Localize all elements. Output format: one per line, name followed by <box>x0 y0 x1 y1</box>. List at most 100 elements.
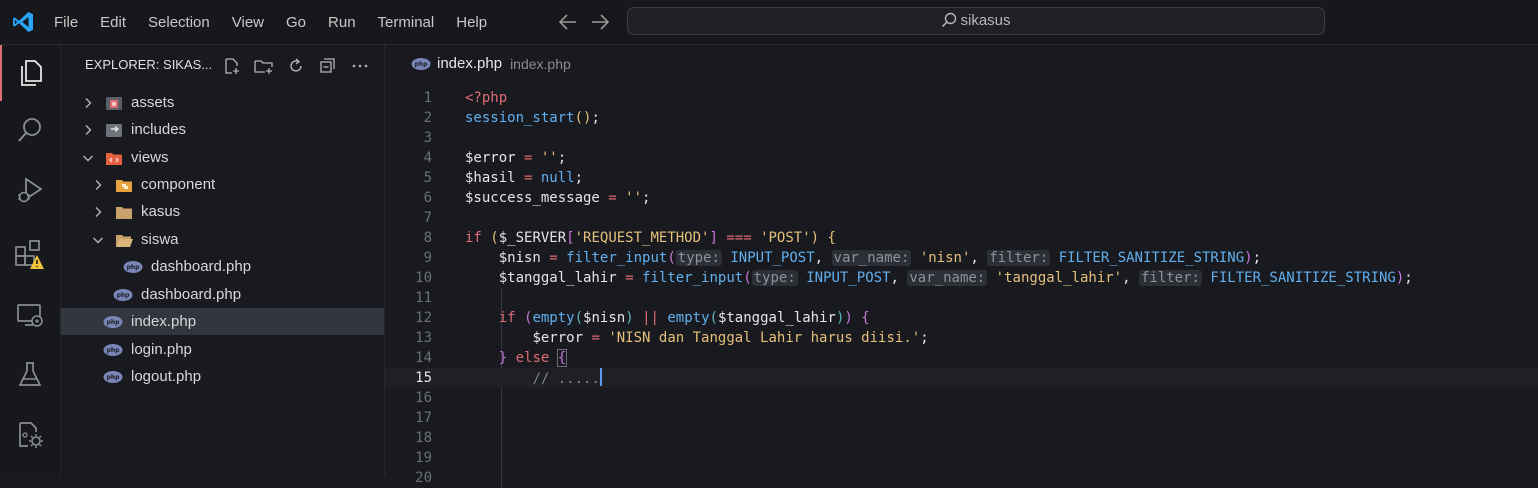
component-folder-icon <box>116 179 132 192</box>
menu-selection[interactable]: Selection <box>148 14 210 31</box>
collapse-all-icon[interactable] <box>312 55 344 77</box>
code-line: 8 if ($_SERVER['REQUEST_METHOD'] === 'POS… <box>423 230 836 246</box>
tree-file-login[interactable]: php login.php <box>61 336 384 363</box>
back-arrow-icon[interactable] <box>558 13 578 31</box>
editor-tabs: php index.php index.php <box>385 45 1538 85</box>
code-line: 4 $error = ''; <box>423 150 567 166</box>
tab-label: index.php <box>437 55 503 72</box>
inlay-hint: type: <box>751 270 798 286</box>
tab-index-php[interactable]: php index.php index.php <box>411 55 571 72</box>
inlay-hint: var_name: <box>907 270 988 286</box>
activity-bar <box>0 45 61 476</box>
menu-go[interactable]: Go <box>286 14 306 31</box>
tree-folder-component[interactable]: component <box>61 171 384 198</box>
code-line: 6 $success_message = ''; <box>423 190 651 206</box>
activity-remote-explorer[interactable] <box>0 287 60 343</box>
extensions-icon <box>15 240 44 269</box>
activity-search[interactable] <box>0 103 60 159</box>
php-file-icon: php <box>103 315 123 328</box>
tree-folder-views[interactable]: views <box>61 144 384 171</box>
php-file-icon: php <box>123 260 143 273</box>
refresh-icon[interactable] <box>280 55 312 77</box>
tree-label: views <box>131 149 169 166</box>
svg-text:php: php <box>107 319 121 326</box>
testing-icon <box>18 362 42 386</box>
svg-text:php: php <box>107 374 121 381</box>
menu-help[interactable]: Help <box>456 14 487 31</box>
tree-label: includes <box>131 121 187 138</box>
code-line: 18 <box>415 430 432 446</box>
command-center-search[interactable]: sikasus <box>627 7 1325 35</box>
explorer-sidebar: EXPLORER: SIKAS... assets includes views… <box>61 45 385 476</box>
tree-file-siswa-dashboard[interactable]: php dashboard.php <box>61 253 384 280</box>
folder-open-icon <box>116 234 133 247</box>
svg-text:php: php <box>127 264 141 271</box>
remote-explorer-icon <box>17 304 43 327</box>
php-file-icon: php <box>411 57 431 70</box>
svg-text:php: php <box>107 347 121 354</box>
folder-icon <box>116 206 132 219</box>
forward-arrow-icon[interactable] <box>590 13 610 31</box>
activity-settings-sync[interactable] <box>0 407 60 463</box>
code-line: 11 <box>415 290 432 306</box>
code-line-current: 15 // ..... <box>385 368 1538 388</box>
tab-description: index.php <box>510 55 571 72</box>
tree-label: assets <box>131 94 175 111</box>
chevron-right-icon <box>95 206 102 217</box>
code-line: 1 <?php <box>423 90 508 106</box>
tree-label: kasus <box>141 203 181 220</box>
code-line: 17 <box>415 410 432 426</box>
views-folder-icon <box>106 152 122 165</box>
menu-file[interactable]: File <box>54 14 78 31</box>
tree-label: login.php <box>131 341 192 358</box>
inlay-hint: filter: <box>987 250 1051 266</box>
chevron-right-icon <box>95 179 102 190</box>
activity-run-debug[interactable] <box>0 162 60 218</box>
tree-folder-assets[interactable]: assets <box>61 89 384 116</box>
tree-label: logout.php <box>131 368 202 385</box>
title-bar: File Edit Selection View Go Run Terminal… <box>0 0 1538 45</box>
tree-file-logout[interactable]: php logout.php <box>61 363 384 390</box>
tree-file-index[interactable]: php index.php <box>61 308 384 335</box>
php-file-icon: php <box>103 370 123 383</box>
menu-view[interactable]: View <box>232 14 264 31</box>
includes-folder-icon <box>106 123 122 137</box>
activity-explorer[interactable] <box>0 45 60 101</box>
code-line: 14 } else { <box>415 349 568 367</box>
menu-run[interactable]: Run <box>328 14 356 31</box>
editor-area: php index.php index.php 1 <?php 2 session_… <box>385 45 1538 488</box>
search-icon <box>18 118 41 142</box>
menu-terminal[interactable]: Terminal <box>378 14 435 31</box>
text-cursor <box>599 368 602 386</box>
assets-folder-icon <box>106 96 122 110</box>
explorer-toolbar <box>216 55 376 77</box>
new-folder-icon[interactable] <box>248 55 280 77</box>
code-line: 16 <box>415 390 432 406</box>
run-debug-icon <box>18 177 43 203</box>
activity-testing[interactable] <box>0 347 60 403</box>
chevron-right-icon <box>85 124 92 135</box>
chevron-right-icon <box>85 97 92 108</box>
vscode-logo-icon[interactable] <box>11 10 35 34</box>
tree-file-views-dashboard[interactable]: php dashboard.php <box>61 281 384 308</box>
tree-folder-siswa[interactable]: siswa <box>61 226 384 253</box>
new-file-icon[interactable] <box>216 55 248 77</box>
explorer-title: EXPLORER: SIKAS... <box>85 57 213 72</box>
search-icon <box>942 12 957 28</box>
tree-folder-includes[interactable]: includes <box>61 116 384 143</box>
explorer-icon <box>21 60 42 86</box>
activity-extensions[interactable] <box>0 227 60 283</box>
inlay-hint: filter: <box>1138 270 1202 286</box>
svg-text:php: php <box>117 292 131 299</box>
menu-edit[interactable]: Edit <box>100 14 126 31</box>
tree-label: component <box>141 176 216 193</box>
tree-folder-kasus[interactable]: kasus <box>61 198 384 225</box>
code-line: 19 <box>415 450 432 466</box>
code-line: 7 <box>423 210 432 226</box>
menu-bar: File Edit Selection View Go Run Terminal… <box>54 0 509 44</box>
code-line: 3 <box>423 130 432 146</box>
inlay-hint: var_name: <box>831 250 912 266</box>
inlay-hint: type: <box>675 250 722 266</box>
code-line: 5 $hasil = null; <box>423 170 584 186</box>
more-actions-icon[interactable] <box>344 55 376 77</box>
